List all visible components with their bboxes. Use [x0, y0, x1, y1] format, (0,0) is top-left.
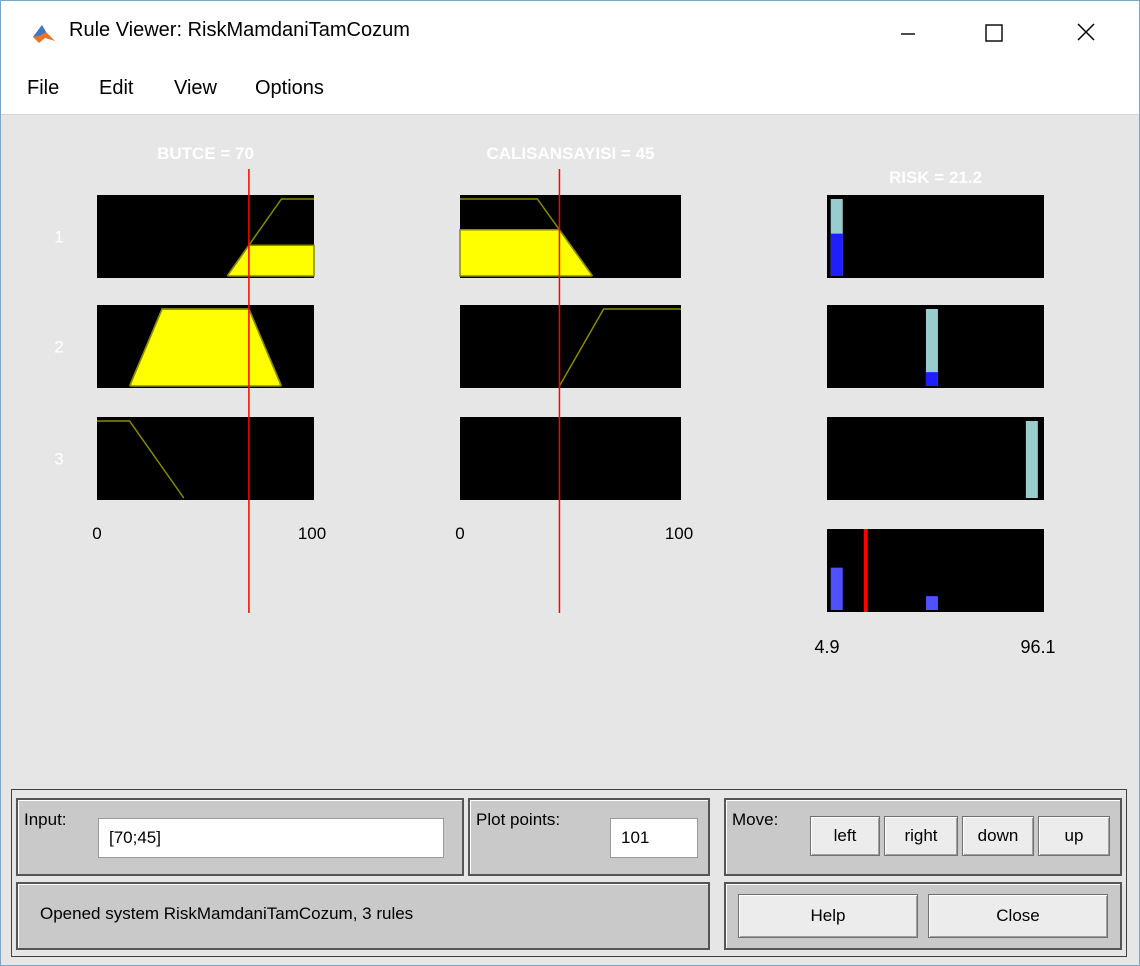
input-group: Input: [16, 798, 464, 876]
status-group: Opened system RiskMamdaniTamCozum, 3 rul… [16, 882, 710, 950]
input-1-min-label: 0 [92, 524, 101, 543]
close-window-button[interactable] [1063, 11, 1109, 53]
move-label: Move: [732, 810, 779, 829]
menu-bar: File Edit View Options [1, 61, 1139, 115]
rule-number-1: 1 [54, 228, 63, 247]
plot-points-field[interactable] [610, 818, 698, 858]
rule-viewer-window: Rule Viewer: RiskMamdaniTamCozum File Ed… [0, 0, 1140, 966]
menu-file[interactable]: File [27, 77, 59, 100]
rule-number-2: 2 [54, 338, 63, 357]
menu-view[interactable]: View [174, 77, 217, 100]
input-1-max-label: 100 [298, 524, 326, 543]
aggregate-bar-2 [925, 596, 938, 610]
minimize-icon [901, 33, 915, 35]
output-min-label: 4.9 [814, 637, 839, 657]
close-icon [1077, 23, 1095, 41]
rule-2-input-2-axes [460, 305, 681, 388]
help-button[interactable]: Help [738, 894, 918, 938]
window-title: Rule Viewer: RiskMamdaniTamCozum [69, 19, 410, 41]
maximize-icon [985, 24, 1003, 42]
input-title-calisansayisi: CALISANSAYISI = 45 [486, 144, 654, 163]
move-group: Move: left right down up [724, 798, 1122, 876]
rule-3-output-axes [827, 417, 1044, 500]
input-field[interactable] [98, 818, 444, 858]
output-title-risk: RISK = 21.2 [889, 168, 982, 187]
output-max-label: 96.1 [1020, 637, 1055, 657]
input-label: Input: [24, 810, 67, 829]
move-down-button[interactable]: down [962, 816, 1034, 856]
input-2-max-label: 100 [665, 524, 693, 543]
rule-3-input-1-axes [97, 417, 314, 500]
rule-2-output-implied-bar [925, 372, 938, 386]
aggregate-bar-1 [830, 567, 843, 610]
input-title-butce: BUTCE = 70 [157, 144, 254, 163]
move-left-button[interactable]: left [810, 816, 880, 856]
rule-3-input-2-axes [460, 417, 681, 500]
matlab-logo-icon [33, 25, 55, 43]
status-text: Opened system RiskMamdaniTamCozum, 3 rul… [40, 904, 414, 923]
input-2-min-label: 0 [455, 524, 464, 543]
rule-number-3: 3 [54, 450, 63, 469]
rule-plots: BUTCE = 70 CALISANSAYISI = 45 RISK = 21.2 1… [54, 144, 1055, 657]
menu-edit[interactable]: Edit [99, 77, 133, 100]
rule-1-output-implied-bar [830, 233, 843, 276]
move-up-button[interactable]: up [1038, 816, 1110, 856]
help-close-group: Help Close [724, 882, 1122, 950]
close-button[interactable]: Close [928, 894, 1108, 938]
plot-points-label: Plot points: [476, 810, 561, 829]
menu-options[interactable]: Options [255, 77, 324, 100]
rule-3-output-full-bar [1025, 421, 1038, 498]
plot-points-group: Plot points: [468, 798, 710, 876]
minimize-button[interactable] [885, 11, 931, 53]
rule-1-output-axes [827, 195, 1044, 278]
move-right-button[interactable]: right [884, 816, 958, 856]
title-bar: Rule Viewer: RiskMamdaniTamCozum [1, 1, 1139, 61]
rule-plot-area: BUTCE = 70 CALISANSAYISI = 45 RISK = 21.2 1… [1, 116, 1139, 786]
control-panel: Input: Plot points: Move: left right dow… [11, 789, 1127, 957]
maximize-button[interactable] [971, 11, 1017, 53]
